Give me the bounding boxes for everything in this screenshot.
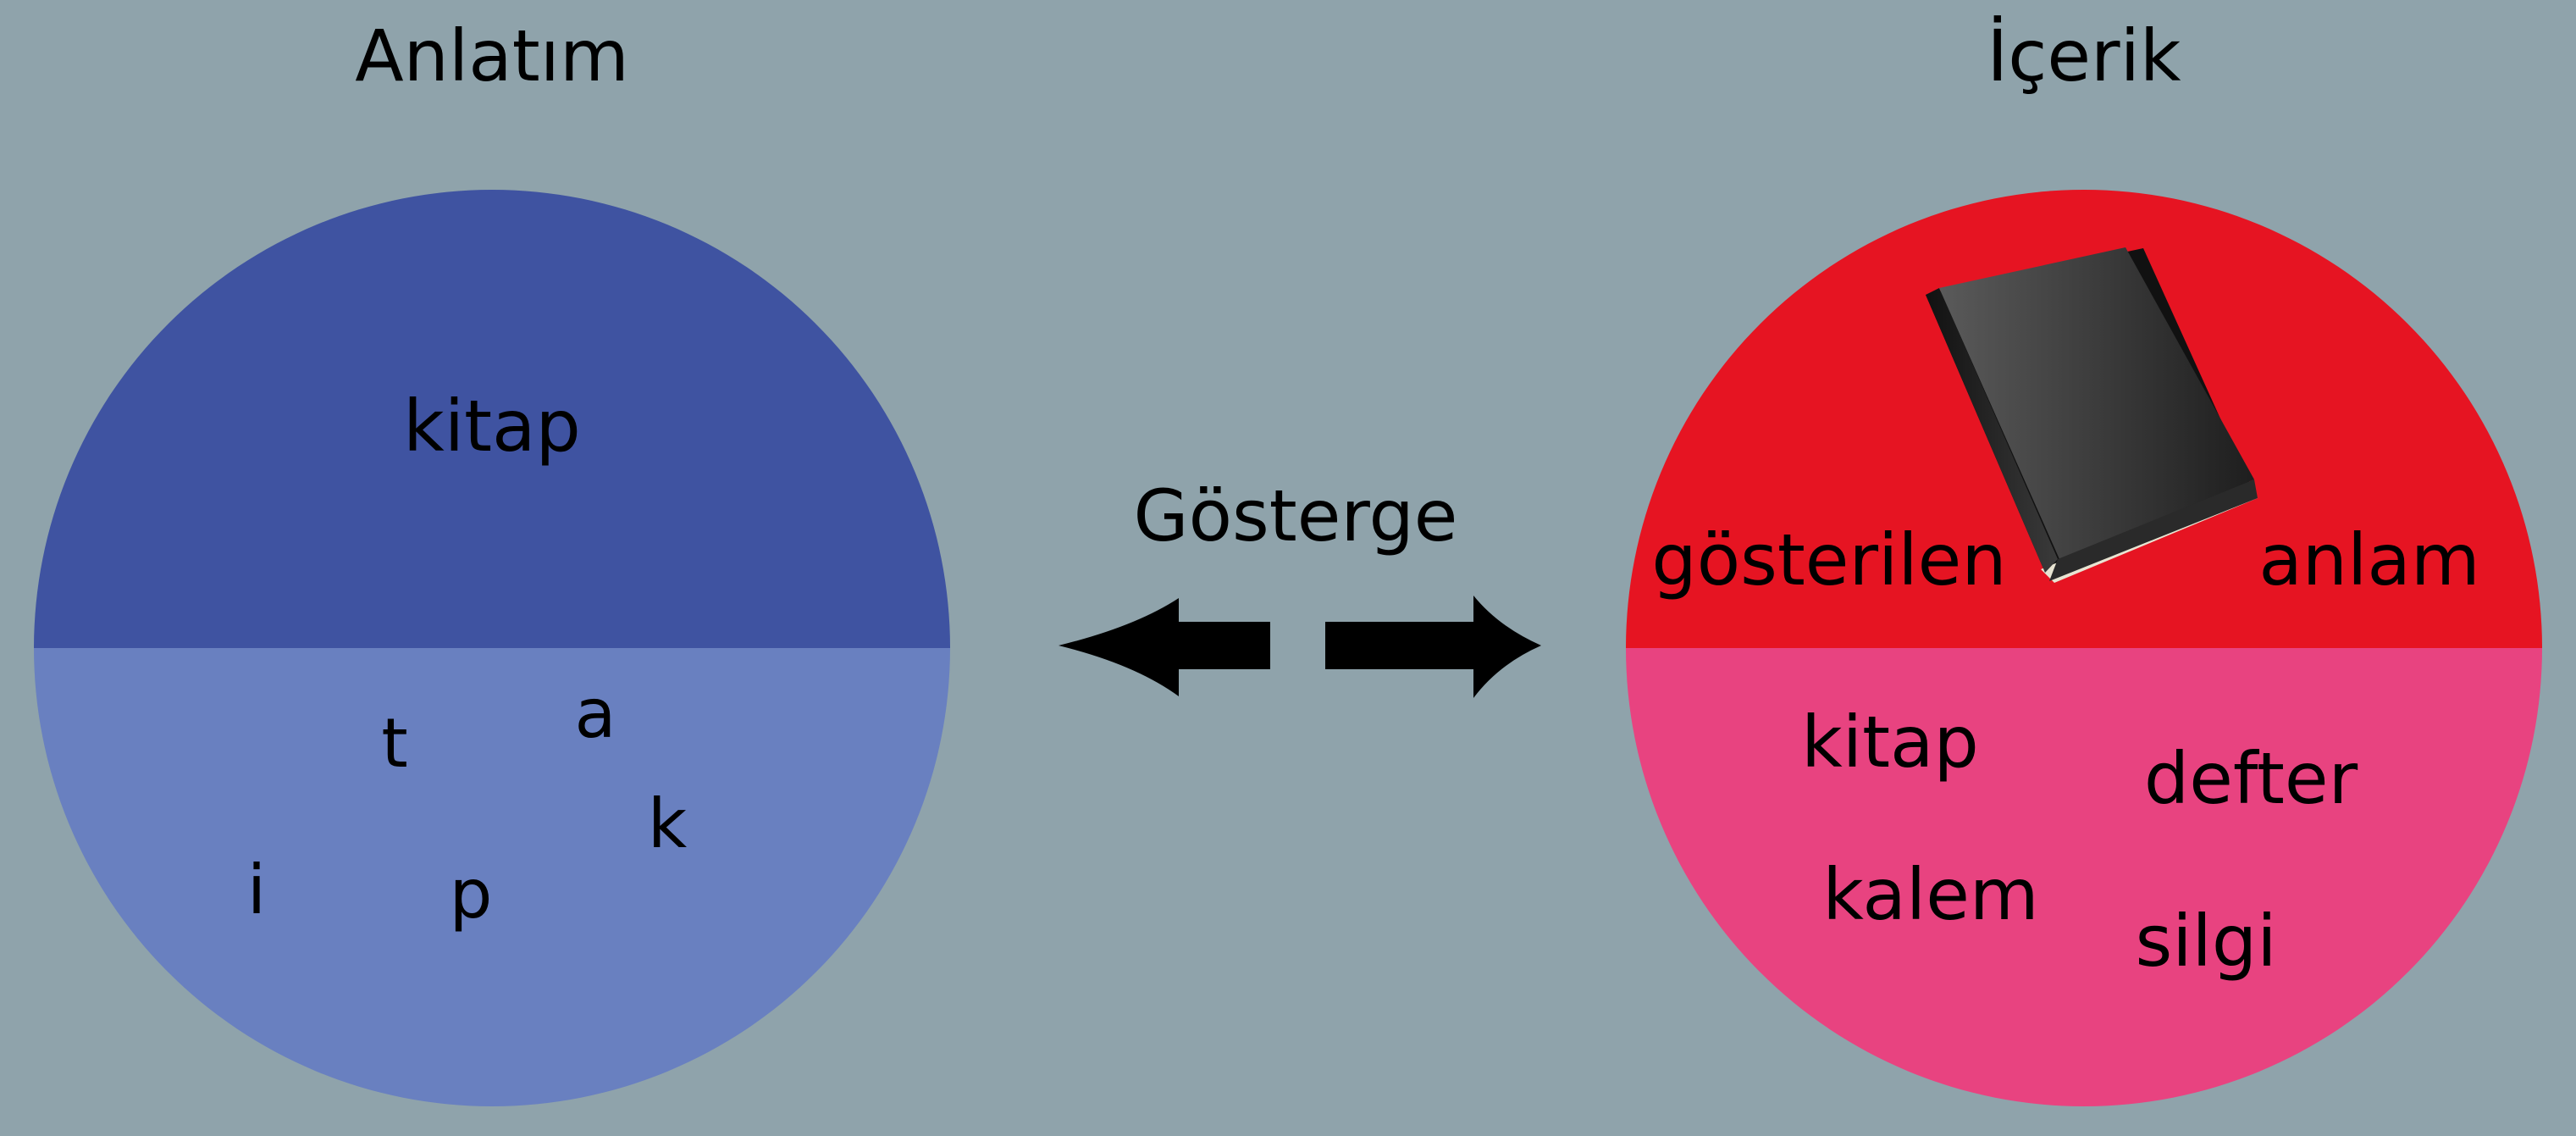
content-word-kitap: kitap	[1801, 701, 1979, 784]
signifier-signified-diagram: Anlatım kitap t a k i p Gösterge İçerik	[34, 14, 2542, 1106]
arrow-left-icon	[1059, 598, 1270, 696]
left-panel-title: Anlatım	[355, 14, 629, 97]
signified-word: gösterilen	[1651, 518, 2006, 601]
left-panel: Anlatım kitap t a k i p	[34, 14, 950, 1106]
center-link: Gösterge	[1059, 474, 1541, 698]
letter-k: k	[648, 784, 688, 863]
content-word-silgi: silgi	[2135, 900, 2276, 983]
content-word-kalem: kalem	[1822, 853, 2039, 936]
sign-label: Gösterge	[1134, 474, 1458, 557]
expression-circle	[34, 190, 950, 1106]
meaning-word: anlam	[2258, 518, 2479, 601]
expression-word: kitap	[403, 385, 581, 468]
letter-a: a	[574, 674, 616, 753]
right-panel: İçerik gösterilen anlam kitap defter kal…	[1626, 14, 2542, 1106]
right-panel-title: İçerik	[1987, 14, 2181, 97]
content-word-defter: defter	[2144, 737, 2358, 820]
letter-p: p	[450, 855, 493, 934]
letter-t: t	[381, 704, 407, 783]
letter-i: i	[247, 851, 266, 929]
content-bottom-half	[1626, 648, 2542, 1106]
arrow-right-icon	[1325, 596, 1541, 698]
